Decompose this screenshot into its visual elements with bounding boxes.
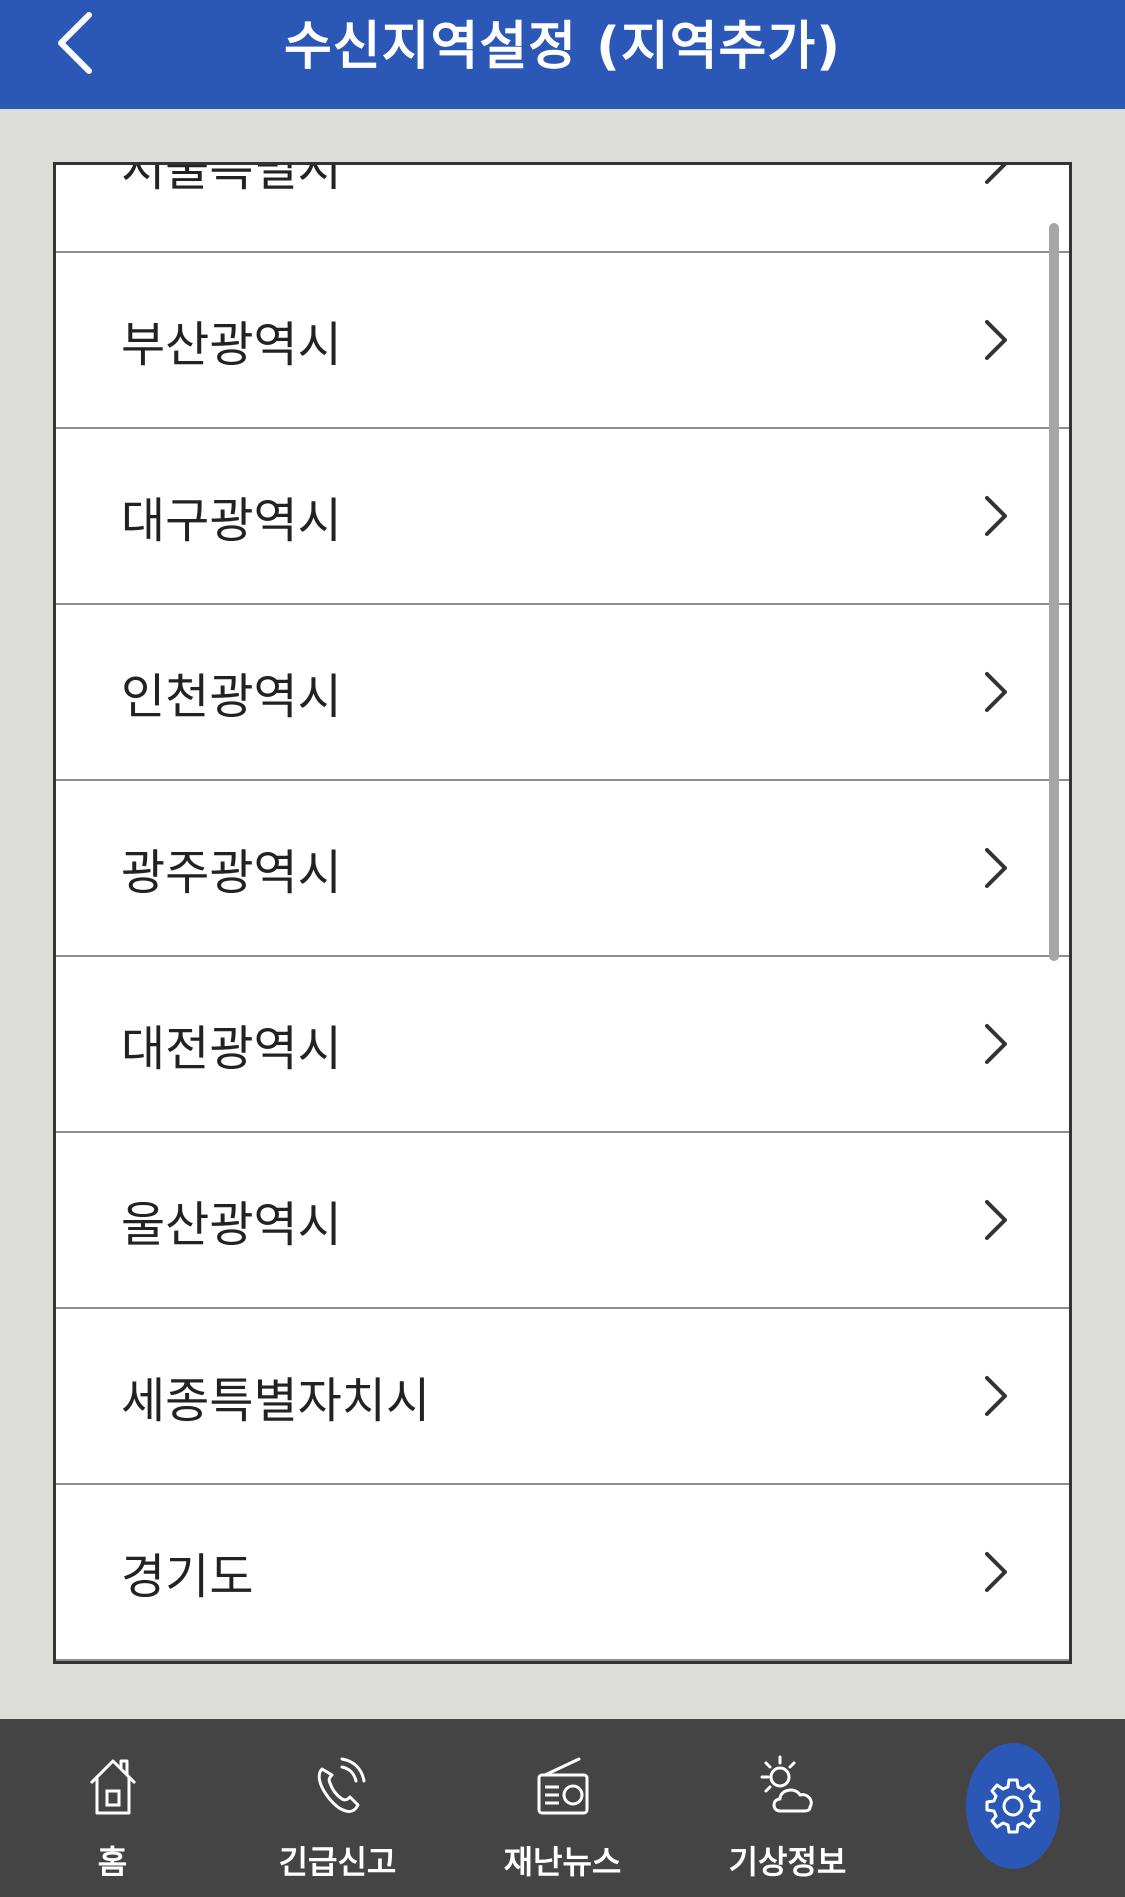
phone-icon xyxy=(317,1757,365,1813)
chevron-right-icon xyxy=(985,320,1007,360)
region-label: 경기도 xyxy=(121,1549,254,1605)
chevron-right-icon xyxy=(985,1024,1007,1064)
region-list-item[interactable]: 울산광역시 xyxy=(56,1133,1069,1309)
region-label: 부산광역시 xyxy=(121,317,342,373)
region-list[interactable]: 서울특별시부산광역시대구광역시인천광역시광주광역시대전광역시울산광역시세종특별자… xyxy=(53,162,1072,1664)
chevron-right-icon xyxy=(985,848,1007,888)
region-list-item[interactable]: 경기도 xyxy=(56,1485,1069,1661)
region-label: 대구광역시 xyxy=(121,493,342,549)
gear-icon xyxy=(985,1778,1041,1834)
settings-button[interactable] xyxy=(966,1743,1060,1869)
chevron-right-icon xyxy=(985,672,1007,712)
nav-home[interactable]: 홈 xyxy=(0,1719,225,1897)
nav-weather-label: 기상정보 xyxy=(728,1843,847,1881)
chevron-right-icon xyxy=(985,165,1007,184)
region-list-item[interactable]: 부산광역시 xyxy=(56,253,1069,429)
region-list-item[interactable]: 대구광역시 xyxy=(56,429,1069,605)
region-list-item[interactable]: 대전광역시 xyxy=(56,957,1069,1133)
region-label: 울산광역시 xyxy=(121,1197,342,1253)
bottom-nav: 홈 긴급신고 재난뉴스 기상정보 xyxy=(0,1719,1125,1897)
nav-disaster-news[interactable]: 재난뉴스 xyxy=(450,1719,675,1897)
nav-weather[interactable]: 기상정보 xyxy=(675,1719,900,1897)
header-bar: 수신지역설정 (지역추가) xyxy=(0,0,1125,109)
nav-emergency-call-label: 긴급신고 xyxy=(278,1843,397,1881)
radio-icon xyxy=(537,1757,588,1815)
home-icon xyxy=(89,1759,136,1815)
weather-icon xyxy=(760,1755,813,1813)
chevron-right-icon xyxy=(985,1376,1007,1416)
region-label: 세종특별자치시 xyxy=(121,1373,431,1429)
region-label: 서울특별시 xyxy=(121,162,342,197)
region-list-content: 서울특별시부산광역시대구광역시인천광역시광주광역시대전광역시울산광역시세종특별자… xyxy=(56,162,1069,1661)
region-label: 광주광역시 xyxy=(121,845,342,901)
region-label: 인천광역시 xyxy=(121,669,342,725)
page-title: 수신지역설정 (지역추가) xyxy=(283,16,842,77)
nav-emergency-call[interactable]: 긴급신고 xyxy=(225,1719,450,1897)
region-list-item[interactable]: 서울특별시 xyxy=(56,162,1069,253)
chevron-right-icon xyxy=(985,1200,1007,1240)
nav-disaster-news-label: 재난뉴스 xyxy=(503,1843,622,1881)
app-screen: 수신지역설정 (지역추가) 서울특별시부산광역시대구광역시인천광역시광주광역시대… xyxy=(0,0,1125,1897)
scrollbar[interactable] xyxy=(1049,223,1059,961)
region-list-item[interactable]: 인천광역시 xyxy=(56,605,1069,781)
region-label: 대전광역시 xyxy=(121,1021,342,1077)
region-list-item[interactable]: 세종특별자치시 xyxy=(56,1309,1069,1485)
chevron-right-icon xyxy=(985,496,1007,536)
chevron-right-icon xyxy=(985,1552,1007,1592)
region-list-item[interactable]: 광주광역시 xyxy=(56,781,1069,957)
nav-home-label: 홈 xyxy=(97,1843,128,1881)
